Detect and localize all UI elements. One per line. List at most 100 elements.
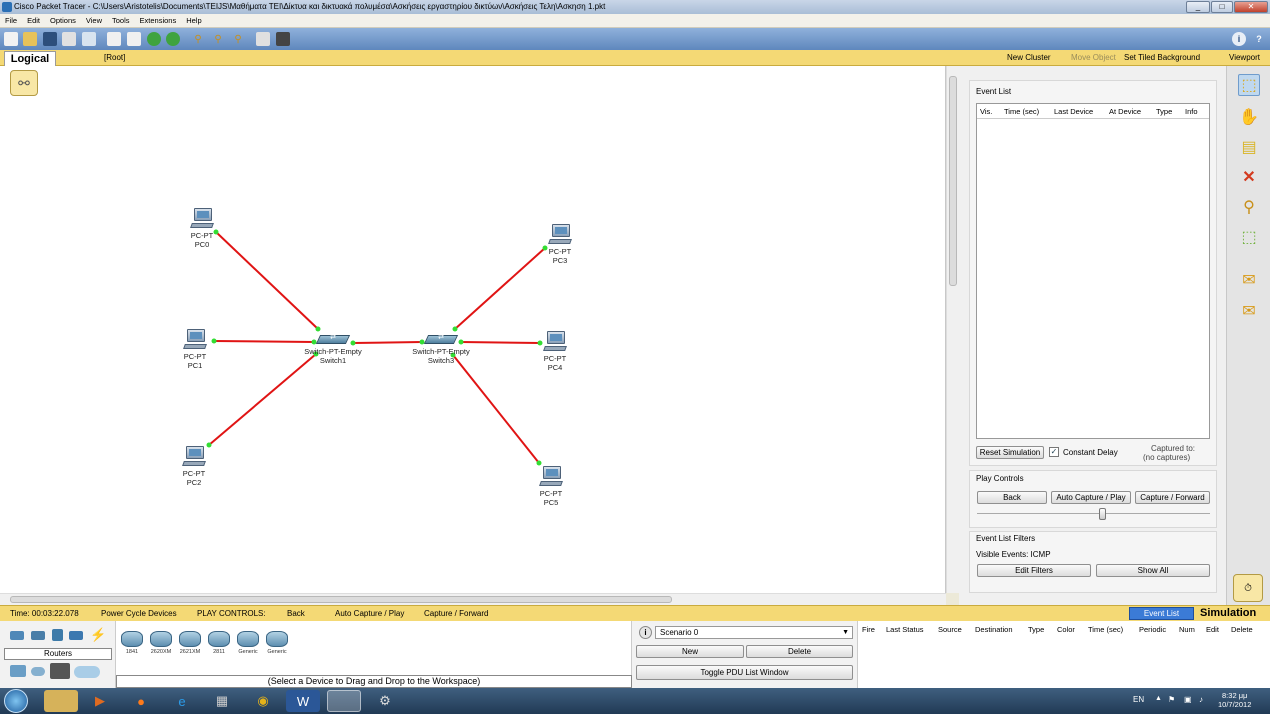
connections-category-icon[interactable]: ⚡ bbox=[90, 627, 106, 643]
column-header[interactable]: Type bbox=[1028, 625, 1044, 634]
column-header[interactable]: Destination bbox=[975, 625, 1013, 634]
column-header[interactable]: Fire bbox=[862, 625, 875, 634]
inspect-icon[interactable]: ⚲ bbox=[1238, 196, 1260, 218]
help-icon[interactable]: ? bbox=[1252, 32, 1266, 46]
column-header[interactable]: Delete bbox=[1231, 625, 1253, 634]
zoom-in-icon[interactable]: ⚲ bbox=[191, 32, 205, 46]
word-taskbar-icon[interactable]: W bbox=[286, 690, 320, 712]
drawing-palette-icon[interactable] bbox=[256, 32, 270, 46]
print-icon[interactable] bbox=[62, 32, 76, 46]
event-list-toggle[interactable]: Event List bbox=[1129, 607, 1194, 620]
internet-explorer-taskbar-icon[interactable]: e bbox=[165, 690, 199, 712]
scenario-select[interactable]: Scenario 0 ▼ bbox=[655, 626, 853, 639]
power-cycle-button[interactable]: Power Cycle Devices bbox=[101, 609, 177, 618]
new-scenario-button[interactable]: New bbox=[636, 645, 744, 658]
start-button-icon[interactable] bbox=[4, 689, 28, 713]
back-button[interactable]: Back bbox=[977, 491, 1047, 504]
tray-expand-icon[interactable]: ▲ bbox=[1155, 695, 1162, 702]
explorer-taskbar-icon[interactable] bbox=[44, 690, 78, 712]
router-generic-1[interactable]: Generic bbox=[235, 631, 261, 655]
note-icon[interactable]: ▤ bbox=[1238, 136, 1260, 158]
column-header[interactable]: Time (sec) bbox=[1004, 107, 1039, 116]
routers-category-icon[interactable] bbox=[10, 631, 24, 640]
event-list-table[interactable]: Vis. Time (sec) Last Device At Device Ty… bbox=[976, 103, 1210, 439]
save-icon[interactable] bbox=[43, 32, 57, 46]
column-header[interactable]: At Device bbox=[1109, 107, 1141, 116]
toggle-pdu-list-button[interactable]: Toggle PDU List Window bbox=[636, 665, 853, 680]
device-pc0[interactable]: PC-PT PC0 bbox=[172, 208, 232, 249]
device-switch3[interactable]: ⇄ Switch-PT-Empty Switch3 bbox=[411, 332, 471, 365]
activity-wizard-icon[interactable] bbox=[82, 32, 96, 46]
menu-file[interactable]: File bbox=[0, 14, 22, 27]
wireless-category-icon[interactable] bbox=[69, 631, 83, 640]
close-button[interactable]: ✕ bbox=[1234, 1, 1268, 13]
language-indicator[interactable]: EN bbox=[1133, 695, 1144, 704]
menu-help[interactable]: Help bbox=[181, 14, 206, 27]
maximize-button[interactable]: □ bbox=[1211, 1, 1233, 13]
open-folder-icon[interactable] bbox=[23, 32, 37, 46]
status-auto-capture-button[interactable]: Auto Capture / Play bbox=[335, 609, 404, 618]
chrome-taskbar-icon[interactable]: ◉ bbox=[246, 690, 280, 712]
constant-delay-checkbox[interactable]: ✓ bbox=[1049, 447, 1059, 457]
column-header[interactable]: Time (sec) bbox=[1088, 625, 1123, 634]
column-header[interactable]: Vis. bbox=[980, 107, 992, 116]
auto-capture-play-button[interactable]: Auto Capture / Play bbox=[1051, 491, 1131, 504]
logical-workspace[interactable]: ⚯ PC-PT PC0 PC-PT PC1 PC-PT PC2 PC-PT PC… bbox=[0, 66, 946, 593]
device-pc4[interactable]: PC-PT PC4 bbox=[525, 331, 585, 372]
device-switch1[interactable]: ⇄ Switch-PT-Empty Switch1 bbox=[303, 332, 363, 365]
scrollbar-thumb[interactable] bbox=[10, 596, 672, 603]
viewport-button[interactable]: Viewport bbox=[1229, 53, 1260, 62]
new-cluster-button[interactable]: New Cluster bbox=[1007, 53, 1051, 62]
column-header[interactable]: Info bbox=[1185, 107, 1198, 116]
device-pc5[interactable]: PC-PT PC5 bbox=[521, 466, 581, 507]
column-header[interactable]: Color bbox=[1057, 625, 1075, 634]
media-player-taskbar-icon[interactable]: ▶ bbox=[83, 690, 117, 712]
add-simple-pdu-icon[interactable]: ✉ bbox=[1238, 269, 1260, 291]
router-2620xm[interactable]: 2620XM bbox=[148, 631, 174, 655]
packet-tracer-taskbar-icon[interactable] bbox=[327, 690, 361, 712]
zoom-out-icon[interactable]: ⚲ bbox=[231, 32, 245, 46]
calculator-taskbar-icon[interactable]: ▦ bbox=[205, 690, 239, 712]
select-icon[interactable]: ⬚ bbox=[1238, 74, 1260, 96]
router-2621xm[interactable]: 2621XM bbox=[177, 631, 203, 655]
speed-slider-track[interactable] bbox=[977, 513, 1210, 514]
status-capture-forward-button[interactable]: Capture / Forward bbox=[424, 609, 488, 618]
network-tool-taskbar-icon[interactable]: ⚙ bbox=[368, 690, 402, 712]
simulation-mode-tab[interactable]: Simulation bbox=[1200, 607, 1256, 619]
router-generic-2[interactable]: Generic bbox=[264, 631, 290, 655]
set-tiled-background-button[interactable]: Set Tiled Background bbox=[1124, 53, 1200, 62]
menu-tools[interactable]: Tools bbox=[107, 14, 135, 27]
column-header[interactable]: Last Status bbox=[886, 625, 924, 634]
wan-emulation-category-icon[interactable] bbox=[31, 667, 45, 676]
workspace-vertical-scrollbar[interactable] bbox=[946, 66, 959, 593]
speed-slider-handle[interactable] bbox=[1099, 508, 1106, 520]
action-center-icon[interactable]: ⚑ bbox=[1168, 695, 1175, 704]
router-2811[interactable]: 2811 bbox=[206, 631, 232, 655]
paste-icon[interactable] bbox=[127, 32, 141, 46]
hand-move-icon[interactable]: ✋ bbox=[1238, 106, 1260, 128]
scrollbar-thumb[interactable] bbox=[949, 76, 957, 286]
menu-options[interactable]: Options bbox=[45, 14, 81, 27]
menu-view[interactable]: View bbox=[81, 14, 107, 27]
resize-shape-icon[interactable]: ⬚ bbox=[1238, 226, 1260, 248]
simulation-mode-icon[interactable]: ⏱ bbox=[1233, 574, 1263, 602]
reset-simulation-button[interactable]: Reset Simulation bbox=[976, 446, 1044, 459]
network-icon[interactable]: ▣ bbox=[1184, 695, 1192, 704]
capture-forward-button[interactable]: Capture / Forward bbox=[1135, 491, 1210, 504]
column-header[interactable]: Last Device bbox=[1054, 107, 1093, 116]
new-file-icon[interactable] bbox=[4, 32, 18, 46]
router-1841[interactable]: 1841 bbox=[119, 631, 145, 655]
column-header[interactable]: Edit bbox=[1206, 625, 1219, 634]
column-header[interactable]: Type bbox=[1156, 107, 1172, 116]
menu-extensions[interactable]: Extensions bbox=[135, 14, 182, 27]
minimize-button[interactable]: _ bbox=[1186, 1, 1210, 13]
custom-devices-category-icon[interactable] bbox=[50, 663, 70, 679]
end-devices-category-icon[interactable] bbox=[10, 665, 26, 677]
root-breadcrumb[interactable]: [Root] bbox=[104, 53, 125, 62]
column-header[interactable]: Num bbox=[1179, 625, 1195, 634]
delete-icon[interactable]: ✕ bbox=[1238, 166, 1260, 188]
multiuser-category-icon[interactable] bbox=[74, 666, 100, 678]
delete-scenario-button[interactable]: Delete bbox=[746, 645, 853, 658]
switches-category-icon[interactable] bbox=[31, 631, 45, 640]
copy-icon[interactable] bbox=[107, 32, 121, 46]
